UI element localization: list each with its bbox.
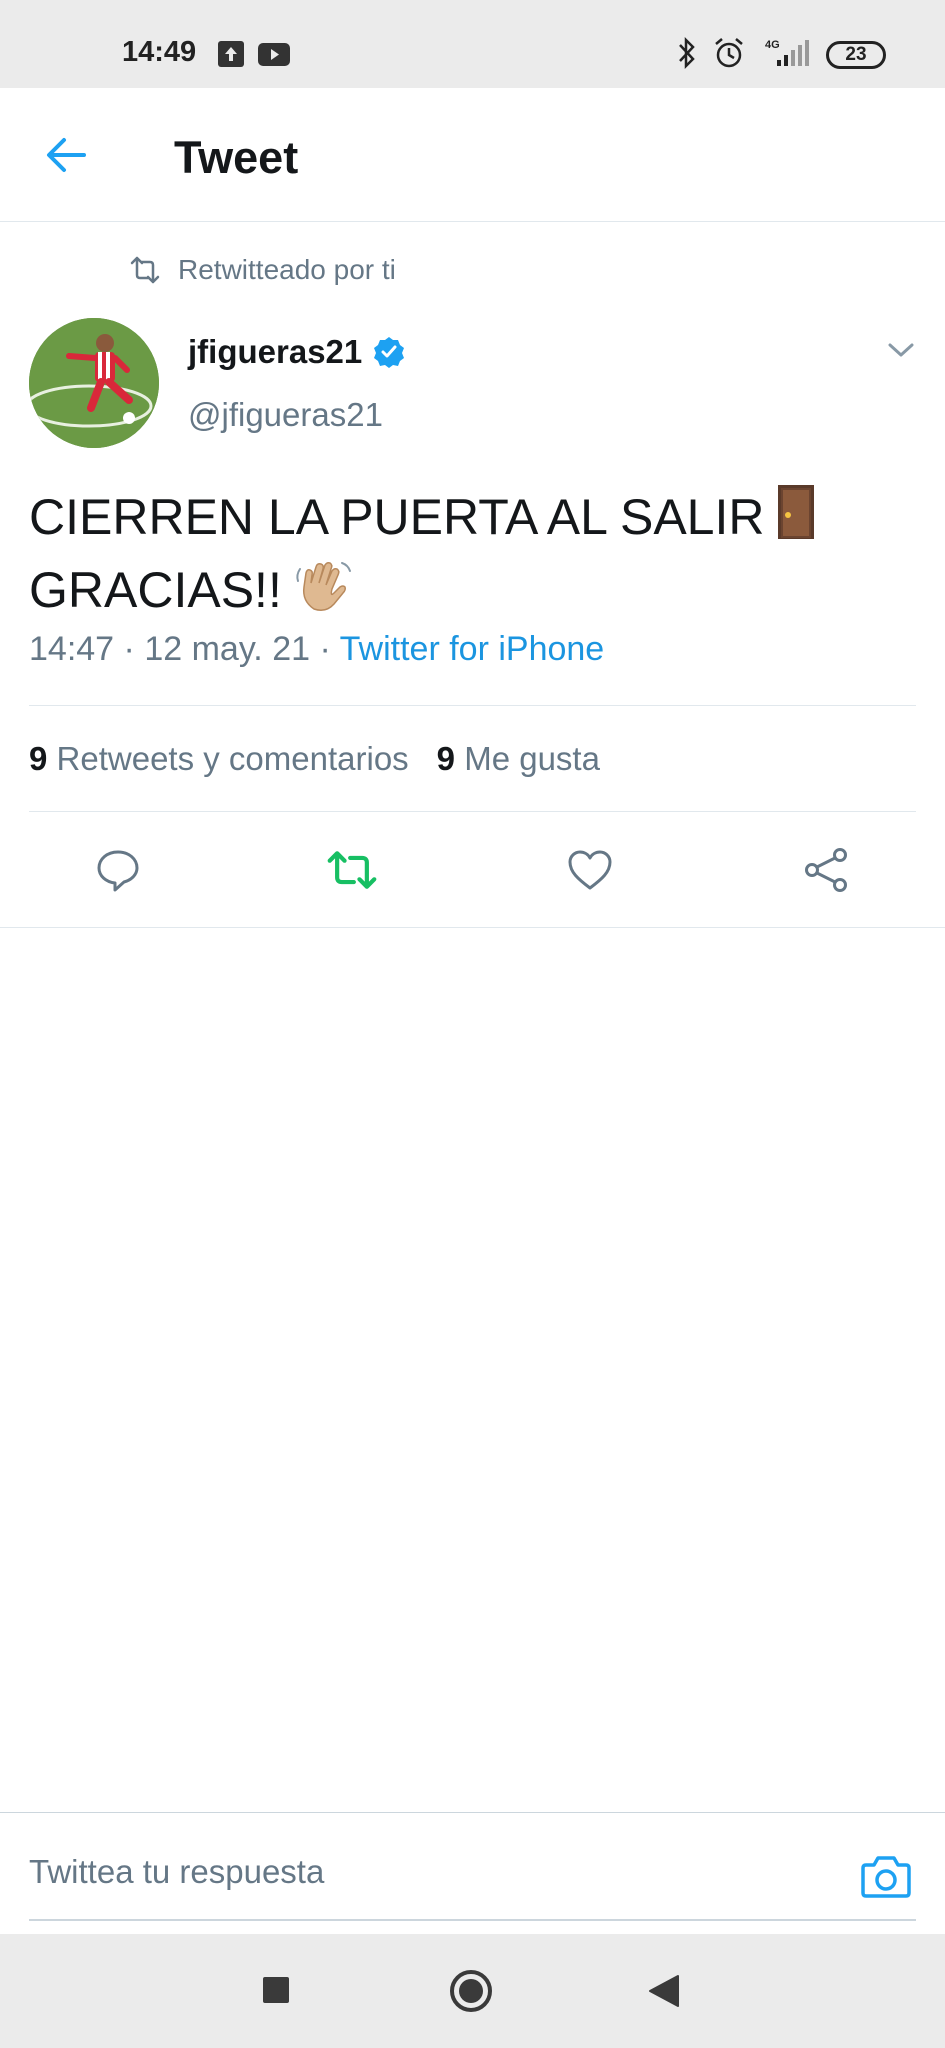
tweet-actions [0, 812, 945, 928]
chevron-down-icon[interactable] [886, 340, 916, 365]
reply-input[interactable] [29, 1853, 809, 1891]
recents-square-icon[interactable] [262, 1976, 290, 2009]
tweet-text: CIERREN LA PUERTA AL SALIR GRACIAS!! [29, 483, 909, 632]
waving-hand-emoji [294, 557, 352, 632]
tweet-text-line: GRACIAS!! [29, 556, 909, 631]
retweets-count: 9 [29, 740, 48, 777]
tweet-source-link[interactable]: Twitter for iPhone [340, 630, 605, 668]
tweet-meta: 14:47 · 12 may. 21 · Twitter for iPhone [29, 630, 604, 669]
tweet-text-line: CIERREN LA PUERTA AL SALIR [29, 483, 909, 556]
back-triangle-icon[interactable] [648, 1974, 680, 2013]
svg-text:4G: 4G [765, 39, 780, 51]
retweet-context: Retwitteado por ti [128, 250, 396, 290]
share-icon[interactable] [800, 844, 852, 896]
bluetooth-icon [676, 36, 698, 75]
tweet-text-line-1: CIERREN LA PUERTA AL SALIR [29, 489, 765, 545]
like-icon[interactable] [564, 844, 616, 896]
reply-icon[interactable] [92, 844, 144, 896]
retweet-small-icon [130, 256, 160, 284]
upload-icon [218, 41, 244, 67]
home-circle-icon[interactable] [448, 1968, 494, 2019]
header: Tweet [0, 88, 945, 222]
avatar[interactable] [29, 318, 159, 448]
retweet-icon[interactable] [326, 844, 378, 896]
door-emoji [776, 485, 816, 556]
reply-underline [29, 1919, 916, 1921]
likes-stat[interactable]: 9 Me gusta [437, 740, 600, 777]
author-handle[interactable]: @jfigueras21 [188, 396, 383, 434]
author-name[interactable]: jfigueras21 [188, 333, 362, 371]
reply-bar [0, 1812, 945, 1934]
likes-label: Me gusta [464, 740, 600, 777]
retweets-label: Retweets y comentarios [56, 740, 409, 777]
meta-separator: · [123, 630, 135, 668]
alarm-icon [712, 36, 746, 75]
author-name-row[interactable]: jfigueras21 [188, 333, 406, 371]
retweet-context-label: Retwitteado por ti [178, 254, 396, 285]
tweet-date: 12 may. 21 [144, 630, 311, 668]
likes-count: 9 [436, 740, 456, 777]
divider [29, 705, 916, 706]
page-title: Tweet [174, 132, 299, 183]
tweet-stats: 9 Retweets y comentarios 9 Me gusta [29, 740, 600, 778]
tweet-text-line-2: GRACIAS!! [29, 562, 282, 619]
status-bar: 14:49 4G 23 [0, 0, 945, 88]
status-time: 14:49 [122, 36, 197, 68]
tweet-time: 14:47 [29, 630, 115, 668]
signal-icon: 4G [763, 36, 815, 75]
system-nav-bar [0, 1934, 945, 2048]
meta-separator: · [319, 630, 331, 668]
verified-badge-icon [374, 337, 405, 368]
retweets-stat[interactable]: 9 Retweets y comentarios [29, 740, 409, 777]
camera-icon[interactable] [860, 1851, 912, 1904]
battery-icon: 23 [826, 41, 886, 69]
youtube-icon [258, 43, 290, 66]
back-arrow-icon[interactable] [44, 133, 88, 182]
